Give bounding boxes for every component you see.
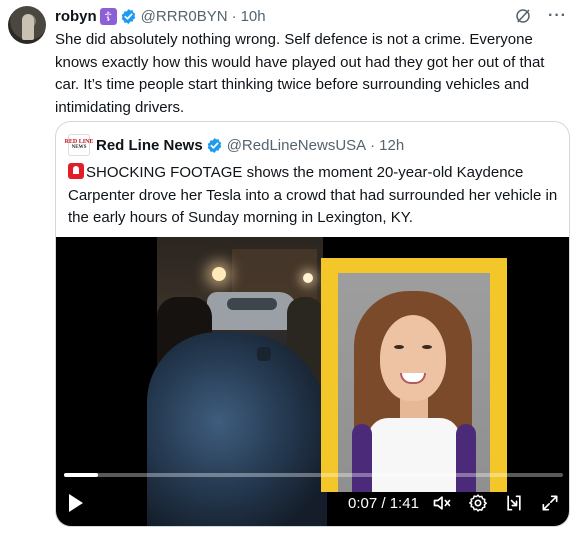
cross-badge-icon: ☦ [99,7,117,25]
verified-icon [207,137,221,153]
tweet-text: She did absolutely nothing wrong. Self d… [55,31,545,116]
tweet-header: robyn ☦ @RRR0BYN · 10h [55,5,567,27]
portrait-photo [321,258,507,492]
time-separator: / [377,495,390,512]
author-handle[interactable]: @RRR0BYN [141,8,228,25]
avatar-logo-line2: NEWS [71,145,87,150]
quote-author-avatar[interactable]: RED LINE NEWS [65,134,93,156]
video-controls: 0:07 / 1:41 [56,488,569,518]
fullscreen-icon[interactable] [540,493,560,513]
tweet: robyn ☦ @RRR0BYN · 10h ··· She did absol… [55,5,567,119]
video-player[interactable]: 0:07 / 1:41 [56,237,569,526]
play-icon[interactable] [69,494,83,512]
verified-icon [121,8,135,24]
separator-dot: · [370,136,376,154]
siren-icon [68,163,84,179]
quote-text: SHOCKING FOOTAGE shows the moment 20-yea… [68,162,563,230]
time-display: 0:07 / 1:41 [348,495,419,512]
settings-icon[interactable] [468,493,488,513]
progress-bar[interactable] [64,473,563,477]
quote-header: RED LINE NEWS Red Line News @RedLineNews… [65,134,404,156]
progress-fill [64,473,99,477]
author-avatar[interactable] [8,6,46,44]
more-icon[interactable]: ··· [548,8,567,24]
separator-dot: · [231,7,237,25]
tweet-actions: ··· [514,7,567,25]
quoted-tweet[interactable]: RED LINE NEWS Red Line News @RedLineNews… [55,121,570,527]
quote-author-name[interactable]: Red Line News [96,137,203,154]
duration: 1:41 [389,495,419,512]
mute-icon[interactable] [432,493,452,513]
quote-time[interactable]: 12h [379,137,404,154]
tweet-time[interactable]: 10h [241,8,266,25]
pip-icon[interactable] [504,493,524,513]
current-time: 0:07 [348,495,378,512]
video-frame [147,237,327,526]
quote-author-handle[interactable]: @RedLineNewsUSA [227,137,366,154]
grok-icon[interactable] [514,7,532,25]
quote-text-content: SHOCKING FOOTAGE shows the moment 20-yea… [68,164,558,226]
author-name[interactable]: robyn [55,8,97,25]
